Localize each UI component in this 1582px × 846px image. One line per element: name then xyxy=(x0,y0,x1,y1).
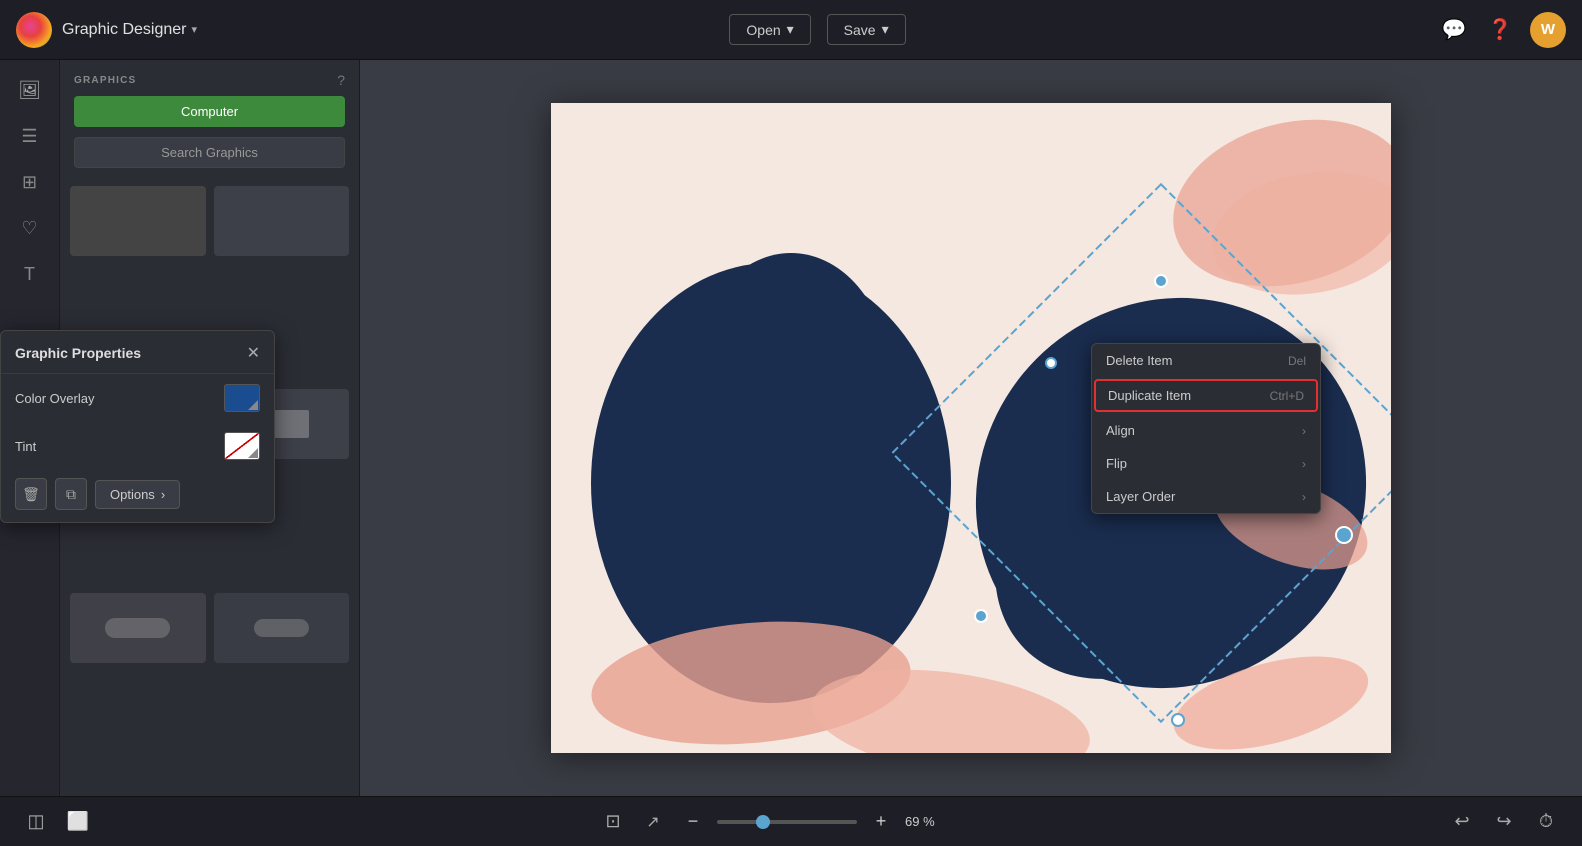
color-overlay-row: Color Overlay xyxy=(1,374,274,422)
sidebar-item-graphics[interactable]: 🖼 xyxy=(10,70,50,110)
color-overlay-swatch[interactable] xyxy=(224,384,260,412)
bottom-right-tools: ↩ ↪ ⏱ xyxy=(1446,806,1562,838)
options-button[interactable]: Options › xyxy=(95,480,180,509)
tint-label: Tint xyxy=(15,439,36,454)
history-button[interactable]: ⏱ xyxy=(1530,806,1562,838)
app-title-text: Graphic Designer xyxy=(62,21,187,39)
bottom-left-tools: ◫ ⬜ xyxy=(20,806,94,838)
redo-button[interactable]: ↪ xyxy=(1488,806,1520,838)
graphics-thumb-5[interactable] xyxy=(70,593,206,663)
panel-header: GRAPHICS ? xyxy=(60,60,359,96)
duplicate-icon-button[interactable]: ⧉ xyxy=(55,478,87,510)
context-menu-item-flip[interactable]: Flip › xyxy=(1092,447,1320,480)
canvas-area[interactable]: Delete Item Del Duplicate Item Ctrl+D Al… xyxy=(360,60,1582,796)
sidebar-item-elements[interactable]: ⊞ xyxy=(10,162,50,202)
canvas-frame[interactable]: Delete Item Del Duplicate Item Ctrl+D Al… xyxy=(551,103,1391,753)
topbar-center: Open ▾ Save ▾ xyxy=(197,14,1438,45)
color-overlay-label: Color Overlay xyxy=(15,391,94,406)
graphic-properties-close-button[interactable]: ✕ xyxy=(247,343,260,363)
tint-row: Tint xyxy=(1,422,274,470)
context-menu-item-layer-order[interactable]: Layer Order › xyxy=(1092,480,1320,513)
context-menu-item-delete[interactable]: Delete Item Del xyxy=(1092,344,1320,377)
open-button[interactable]: Open ▾ xyxy=(729,14,810,45)
sidebar-item-text[interactable]: T xyxy=(10,254,50,294)
context-menu-item-duplicate[interactable]: Duplicate Item Ctrl+D xyxy=(1094,379,1318,412)
context-menu: Delete Item Del Duplicate Item Ctrl+D Al… xyxy=(1091,343,1321,514)
frame-button[interactable]: ⊡ xyxy=(597,806,629,838)
zoom-percentage: 69 % xyxy=(905,814,943,829)
undo-button[interactable]: ↩ xyxy=(1446,806,1478,838)
graphic-properties-panel: Graphic Properties ✕ Color Overlay Tint … xyxy=(0,330,275,523)
context-menu-item-align[interactable]: Align › xyxy=(1092,414,1320,447)
export-button[interactable]: ↗ xyxy=(637,806,669,838)
main-area: 🖼 ☰ ⊞ ♡ T GRAPHICS ? Computer Search Gra… xyxy=(0,60,1582,796)
app-logo xyxy=(16,12,52,48)
zoom-in-button[interactable]: + xyxy=(865,806,897,838)
pages-button[interactable]: ⬜ xyxy=(62,806,94,838)
sidebar-item-layers[interactable]: ☰ xyxy=(10,116,50,156)
graphic-properties-title: Graphic Properties xyxy=(15,345,141,361)
graphics-thumb-6[interactable] xyxy=(214,593,350,663)
user-avatar[interactable]: W xyxy=(1530,12,1566,48)
graphic-properties-header: Graphic Properties ✕ xyxy=(1,331,274,374)
save-button[interactable]: Save ▾ xyxy=(827,14,906,45)
help-icon-button[interactable]: ❓ xyxy=(1484,14,1516,46)
topbar: Graphic Designer ▾ Open ▾ Save ▾ 💬 ❓ W xyxy=(0,0,1582,60)
graphics-thumb-1[interactable] xyxy=(70,186,206,256)
bottom-center-tools: ⊡ ↗ − + 69 % xyxy=(597,806,943,838)
layers-button[interactable]: ◫ xyxy=(20,806,52,838)
delete-icon-button[interactable]: 🗑 xyxy=(15,478,47,510)
sidebar-item-favorites[interactable]: ♡ xyxy=(10,208,50,248)
search-graphics-input[interactable]: Search Graphics xyxy=(74,137,345,168)
app-title[interactable]: Graphic Designer ▾ xyxy=(62,21,197,39)
graphics-thumb-2[interactable] xyxy=(214,186,350,256)
upload-button[interactable]: Computer xyxy=(74,96,345,127)
tint-swatch[interactable] xyxy=(224,432,260,460)
topbar-right: 💬 ❓ W xyxy=(1438,12,1566,48)
bottombar: ◫ ⬜ ⊡ ↗ − + 69 % ↩ ↪ ⏱ xyxy=(0,796,1582,846)
panel-title: GRAPHICS xyxy=(74,75,136,86)
panel-help-icon[interactable]: ? xyxy=(337,72,345,88)
zoom-slider[interactable] xyxy=(717,820,857,824)
chat-icon-button[interactable]: 💬 xyxy=(1438,14,1470,46)
zoom-out-button[interactable]: − xyxy=(677,806,709,838)
properties-actions: 🗑 ⧉ Options › xyxy=(1,470,274,510)
